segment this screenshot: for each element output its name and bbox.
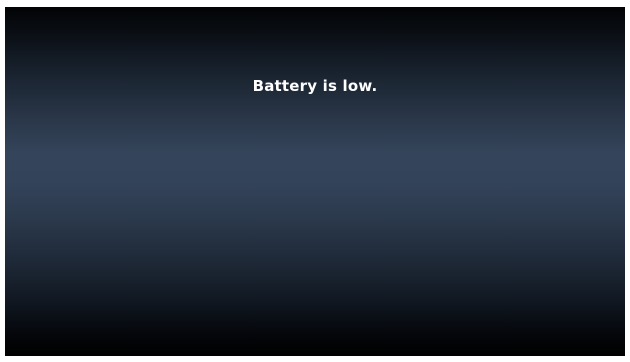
battery-warning-screen: Battery is low.	[5, 7, 625, 356]
screenshot-frame: Battery is low.	[0, 0, 630, 362]
battery-low-message: Battery is low.	[252, 77, 378, 95]
